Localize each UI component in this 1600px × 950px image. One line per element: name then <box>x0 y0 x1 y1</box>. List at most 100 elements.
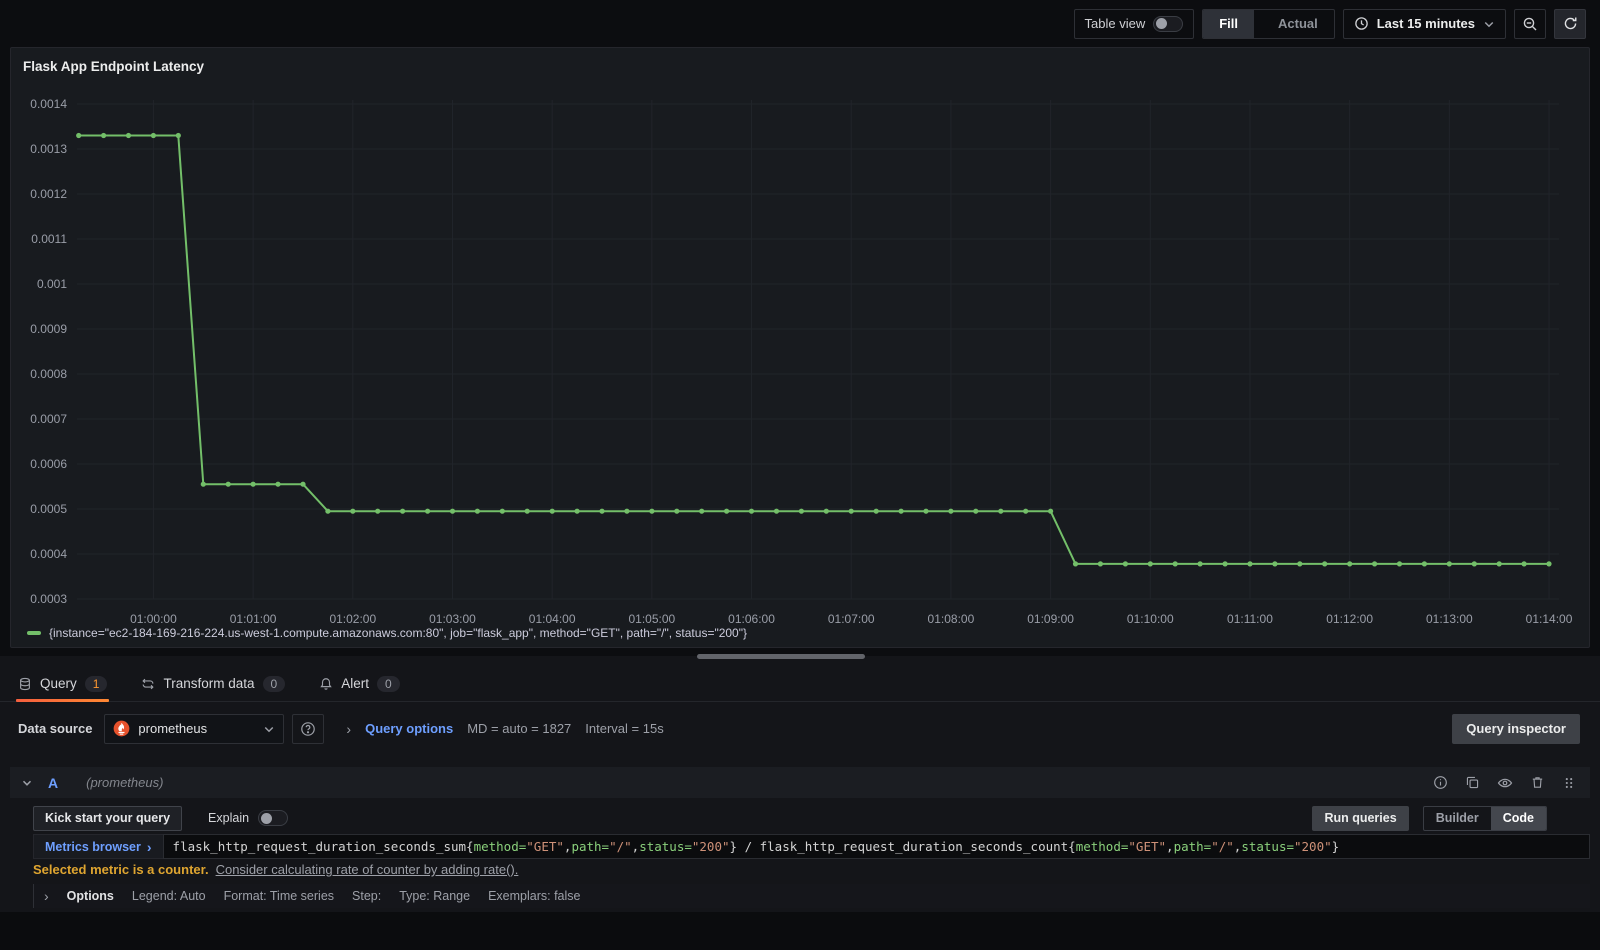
y-axis-label: 0.0005 <box>30 502 67 516</box>
data-point <box>350 508 356 514</box>
tab-transform-data[interactable]: Transform data 0 <box>141 666 286 702</box>
data-point <box>1097 561 1103 567</box>
database-icon <box>18 677 32 691</box>
query-row-header[interactable]: A (prometheus) <box>10 767 1590 798</box>
query-options-expander[interactable]: Query options <box>365 721 453 736</box>
data-point <box>1347 561 1353 567</box>
tab-label: Alert <box>341 676 369 691</box>
refresh-button[interactable] <box>1554 8 1586 39</box>
data-point <box>1197 561 1203 567</box>
chevron-right-icon[interactable]: › <box>44 888 49 904</box>
explain-toggle[interactable] <box>258 810 289 826</box>
options-expander[interactable]: Options <box>67 889 114 903</box>
promql-token: , <box>1166 839 1174 854</box>
data-point <box>1147 561 1153 567</box>
query-inspector-button[interactable]: Query inspector <box>1452 713 1580 744</box>
data-point <box>748 508 755 514</box>
x-axis-label: 01:09:00 <box>1027 612 1074 626</box>
tab-query[interactable]: Query 1 <box>15 666 110 702</box>
data-point <box>549 508 555 514</box>
x-axis-label: 01:13:00 <box>1426 612 1473 626</box>
rate-hint-link[interactable]: Consider calculating rate of counter by … <box>216 862 519 877</box>
zoom-out-button[interactable] <box>1514 8 1546 39</box>
data-point <box>449 508 456 514</box>
eye-icon <box>1497 778 1513 787</box>
promql-label-token: status= <box>1241 839 1294 854</box>
query-toolbar-row: Kick start your query Explain Run querie… <box>33 805 1547 831</box>
query-datasource-name: (prometheus) <box>86 775 164 790</box>
data-point <box>425 508 431 514</box>
x-axis-label: 01:08:00 <box>928 612 975 626</box>
x-axis-label: 01:06:00 <box>728 612 775 626</box>
metrics-browser-button[interactable]: Metrics browser › <box>33 834 163 859</box>
latency-chart[interactable]: 0.0014 0.0013 0.0012 0.0011 0.001 0.0009 0.000… <box>19 84 1575 629</box>
y-axis-label: 0.0014 <box>30 97 67 111</box>
drag-handle[interactable] <box>1562 776 1576 790</box>
promql-string-token: "GET" <box>526 839 564 854</box>
toggle-visibility-button[interactable] <box>1497 775 1513 791</box>
datasource-help-button[interactable] <box>292 713 325 744</box>
panel-title: Flask App Endpoint Latency <box>23 59 205 74</box>
clock-icon <box>1354 17 1368 30</box>
y-axis-label: 0.001 <box>37 277 67 291</box>
code-button[interactable]: Code <box>1490 806 1546 830</box>
question-circle-icon <box>301 721 316 736</box>
promql-editor-row: Metrics browser › flask_http_request_dur… <box>33 834 1590 859</box>
y-axis-label: 0.0008 <box>30 367 67 381</box>
data-point <box>1072 561 1079 567</box>
panel-editor-toolbar: Table view Fill Actual Last 15 minutes <box>0 0 1600 47</box>
y-axis-label: 0.0004 <box>30 547 67 561</box>
y-axis-label: 0.0009 <box>30 322 67 336</box>
duplicate-query-button[interactable] <box>1465 775 1480 790</box>
datasource-label: Data source <box>18 721 93 736</box>
promql-token: } <box>1331 839 1340 854</box>
data-point <box>624 508 630 514</box>
chevron-right-icon: › <box>146 838 152 855</box>
fill-button[interactable]: Fill <box>1203 9 1254 38</box>
promql-label-token: path= <box>571 839 610 854</box>
tab-alert[interactable]: Alert 0 <box>319 666 400 702</box>
y-axis-label: 0.0006 <box>30 457 67 471</box>
data-point <box>474 508 480 514</box>
data-point <box>200 481 206 487</box>
metrics-browser-label: Metrics browser <box>45 839 141 854</box>
collapse-chevron-icon[interactable] <box>20 776 34 790</box>
x-axis-label: 01:05:00 <box>628 612 675 626</box>
grip-icon <box>1565 777 1573 788</box>
data-point <box>325 508 331 514</box>
datasource-select[interactable]: prometheus <box>104 713 285 744</box>
data-point <box>125 132 132 139</box>
data-point <box>1222 561 1228 567</box>
builder-button[interactable]: Builder <box>1424 807 1491 830</box>
data-point <box>499 508 505 514</box>
data-point <box>1471 561 1477 567</box>
tab-label: Transform data <box>163 676 255 691</box>
query-options-summary: › Options Legend: Auto Format: Time seri… <box>33 884 1590 908</box>
query-help-button[interactable] <box>1433 775 1448 790</box>
refresh-icon <box>1564 17 1576 30</box>
data-point <box>1421 561 1427 567</box>
time-range-picker[interactable]: Last 15 minutes <box>1342 8 1506 39</box>
promql-input[interactable]: flask_http_request_duration_seconds_sum{… <box>162 834 1590 859</box>
data-point <box>524 508 530 514</box>
data-point <box>574 508 580 514</box>
option-legend: Legend: Auto <box>131 889 206 903</box>
table-view-control: Table view <box>1073 8 1195 39</box>
pane-scrollbar-thumb[interactable] <box>697 654 865 659</box>
delete-query-button[interactable] <box>1530 775 1545 790</box>
data-point <box>1521 561 1527 567</box>
option-step: Step: <box>352 889 382 903</box>
kick-start-button[interactable]: Kick start your query <box>33 805 183 831</box>
warning-text: Selected metric is a counter. <box>33 862 209 877</box>
data-point <box>948 508 954 514</box>
x-axis-label: 01:02:00 <box>329 612 376 626</box>
x-axis-label: 01:14:00 <box>1526 612 1573 626</box>
actual-button[interactable]: Actual <box>1262 10 1334 38</box>
run-queries-button[interactable]: Run queries <box>1312 805 1409 831</box>
promql-string-token: "200" <box>691 839 730 854</box>
toggle-knob <box>1156 18 1168 29</box>
series-label[interactable]: {instance="ec2-184-169-216-224.us-west-1… <box>49 626 747 640</box>
data-point <box>225 481 231 487</box>
timeseries-panel: Flask App Endpoint Latency 0.0014 0.0013 0… <box>10 47 1590 648</box>
table-view-toggle[interactable] <box>1153 15 1184 32</box>
